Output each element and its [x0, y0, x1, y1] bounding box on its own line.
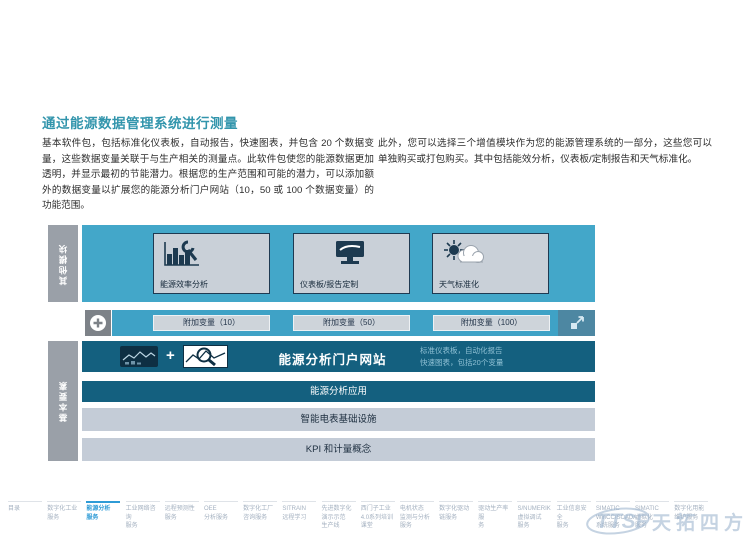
tab-digital-drive-chain[interactable]: 数字化驱动 链服务 — [439, 501, 474, 531]
plus-circle-icon — [90, 315, 106, 331]
module-weather-normalization[interactable]: 天气标准化 — [432, 233, 549, 294]
tab-demo-production-line[interactable]: 先进数字化 演示示范 生产线 — [321, 501, 356, 531]
portal-title: 能源分析门户网站 — [278, 353, 387, 367]
dashboard-thumbnail-icon — [120, 346, 158, 367]
module-label: 能源效率分析 — [160, 280, 208, 289]
addon-variables-100-button[interactable]: 附加变量（100） — [433, 315, 550, 331]
addon-variables-10-button[interactable]: 附加变量（10） — [153, 315, 270, 331]
watermark-brand-text: TTSF — [596, 510, 650, 533]
module-dashboard-reporting[interactable]: 仪表板/报告定制 — [293, 233, 410, 294]
addon-variables-50-button[interactable]: 附加变量（50） — [293, 315, 410, 331]
side-label-other-modules: 其他模块 — [48, 225, 78, 302]
portal-note-line2: 快速图表，包括20个变量 — [420, 357, 504, 367]
module-energy-efficiency[interactable]: 能源效率分析 — [153, 233, 270, 294]
tab-catalog[interactable]: 目录 — [8, 501, 42, 531]
bar-energy-analysis-app: 能源分析应用 — [82, 381, 595, 402]
energy-analysis-portal-row: + 能源分析门户网站 标准仪表板，自动化报告 快速图表，包括20个变量 — [82, 341, 595, 372]
side-label-bottom-text: 基本要素 — [58, 380, 68, 422]
monitor-icon — [336, 241, 364, 264]
expand-arrows-icon — [570, 316, 584, 329]
value-modules-banner: 能源效率分析 仪表板/报告定制 天气标准化 — [82, 225, 595, 302]
bar-kpi-metering-concept: KPI 和计量概念 — [82, 438, 595, 461]
watermark-logo: TTSF 天拓四方 — [586, 498, 746, 545]
side-label-top-text: 其他模块 — [58, 242, 68, 285]
sun-cloud-icon — [444, 240, 484, 263]
tab-motor-monitoring[interactable]: 电机状态 监测与分析 服务 — [399, 501, 434, 531]
intro-paragraph-right: 此外，您可以选择三个增值模块作为您的能源管理系统的一部分，这些您可以单独购买或打… — [378, 138, 712, 165]
chart-magnifier-icon — [183, 345, 228, 368]
tab-drive-productivity[interactable]: 驱动生产率服 务 — [478, 501, 513, 531]
side-label-basic-elements: 基本要素 — [48, 341, 78, 461]
watermark-name-text: 天拓四方 — [652, 511, 746, 534]
intro-paragraph-left: 基本软件包，包括标准化仪表板，自动报告，快速图表，并包含 20 个数据变量，这些… — [42, 138, 374, 212]
bar-smart-meter-infra: 智能电表基础设施 — [82, 408, 595, 431]
module-label: 仪表板/报告定制 — [300, 280, 359, 289]
tab-industrial-network[interactable]: 工业网络咨询 服务 — [125, 501, 160, 531]
page-title: 通过能源数据管理系统进行测量 — [42, 116, 238, 131]
tab-digital-factory[interactable]: 数字化工厂 咨询服务 — [243, 501, 278, 531]
plus-sign: + — [166, 347, 175, 364]
tab-sinumerik-commission[interactable]: S/NUMERIK 虚拟调试 服务 — [517, 501, 552, 531]
bar-chart-wrench-icon — [164, 240, 199, 266]
addon-variables-bar: 附加变量（10） 附加变量（50） 附加变量（100） — [112, 310, 558, 336]
tab-sitrain[interactable]: SITRAIN 远程学习 — [282, 501, 317, 531]
portal-notes: 标准仪表板，自动化报告 快速图表，包括20个变量 — [420, 345, 503, 368]
addon-bar-end-cap — [558, 310, 595, 336]
tab-digital-industry[interactable]: 数字化工业 服务 — [47, 501, 82, 531]
tab-oee-analysis[interactable]: OEE 分析服务 — [203, 501, 238, 531]
portal-note-line1: 标准仪表板，自动化报告 — [420, 346, 503, 355]
tab-remote-predictive[interactable]: 远程预测性 服务 — [164, 501, 199, 531]
plus-tile — [85, 310, 111, 336]
brochure-page: 通过能源数据管理系统进行测量 基本软件包，包括标准化仪表板，自动报告，快速图表，… — [0, 0, 750, 547]
tab-industry40-training[interactable]: 西门子工业 4.0系列培训 课堂 — [360, 501, 395, 531]
module-label: 天气标准化 — [439, 280, 479, 289]
tab-energy-analysis[interactable]: 能源分析 服务 — [86, 501, 121, 531]
